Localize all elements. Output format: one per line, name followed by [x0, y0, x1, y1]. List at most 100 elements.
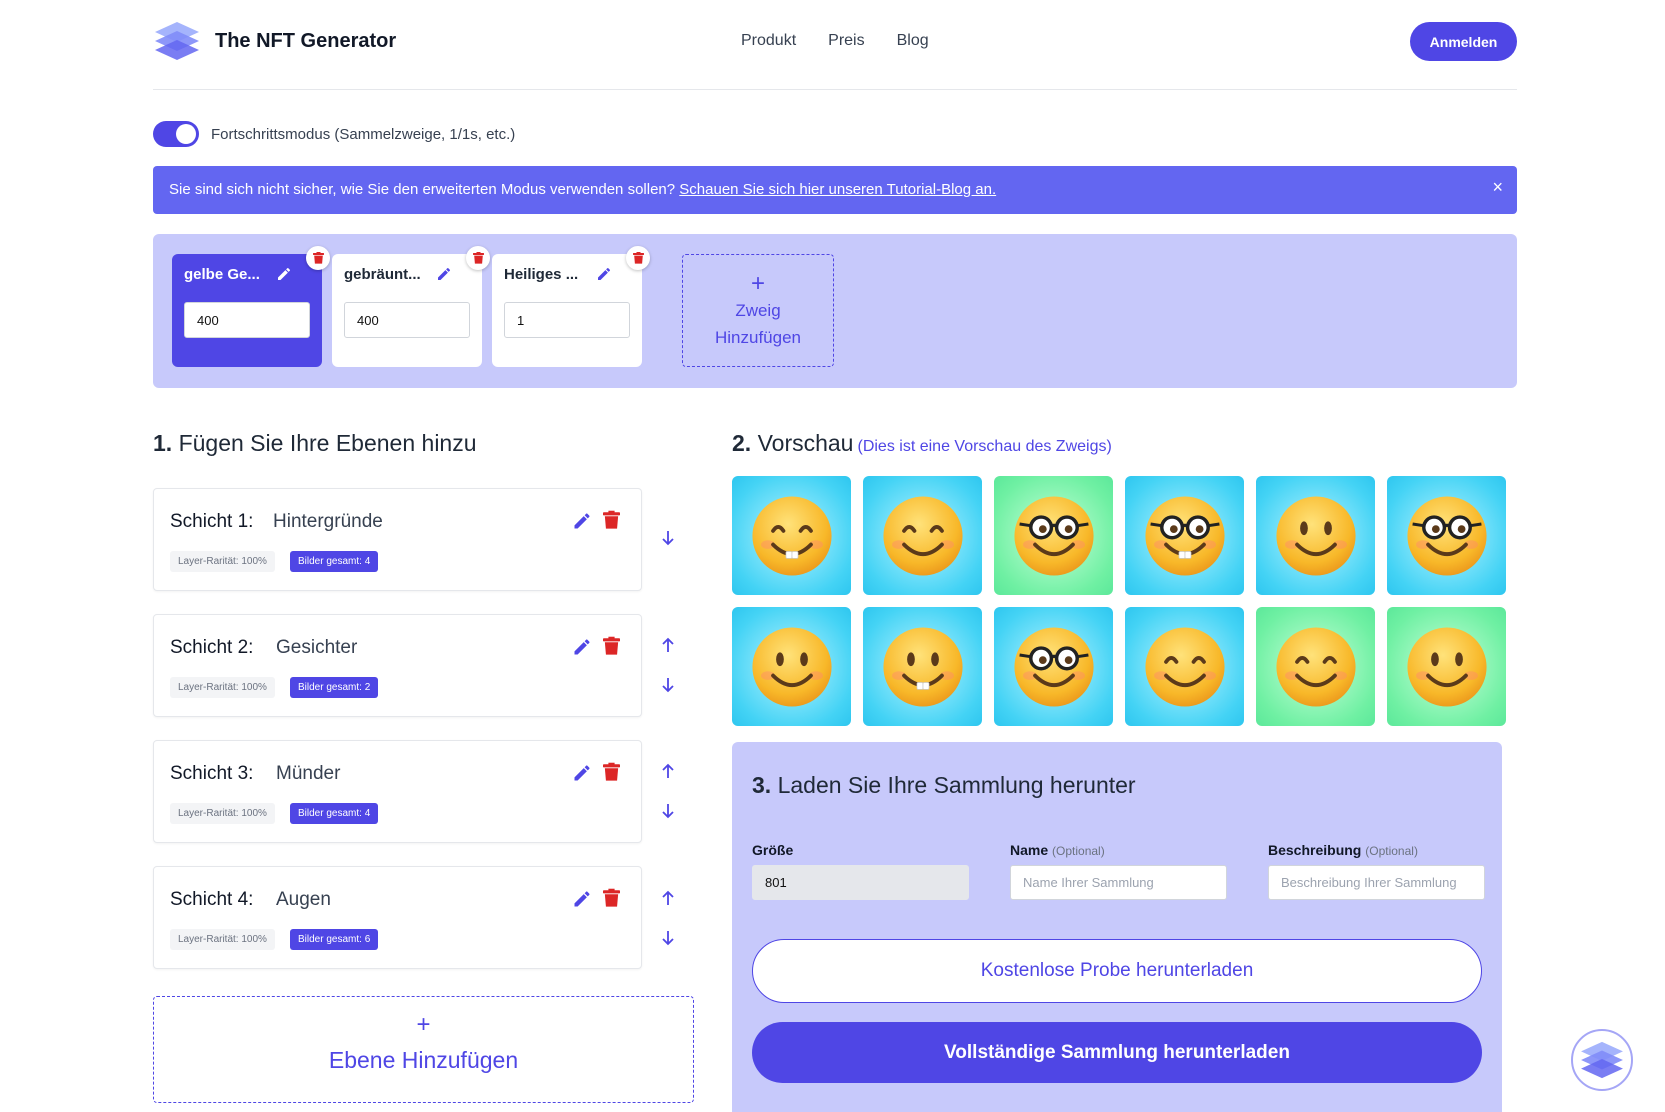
preview-heading: 2. Vorschau (Dies ist eine Vorschau des Z… — [732, 430, 1112, 456]
layer-name: Münder — [276, 763, 341, 784]
branch-card[interactable]: Heiliges ... — [492, 246, 650, 367]
arrow-up-icon[interactable] — [661, 637, 675, 653]
floating-logo-button[interactable] — [1571, 1029, 1633, 1091]
arrow-down-icon[interactable] — [661, 677, 675, 693]
preview-tile — [1256, 607, 1375, 726]
download-panel: 3. Laden Sie Ihre Sammlung herunter Größ… — [732, 742, 1502, 1112]
smiley-face-icon — [1013, 626, 1094, 707]
trash-icon — [312, 252, 324, 264]
pencil-icon[interactable] — [572, 511, 592, 531]
branch-delete-button[interactable] — [466, 246, 490, 270]
logo-icon[interactable] — [153, 20, 201, 62]
add-layer-button[interactable]: + Ebene Hinzufügen — [153, 996, 694, 1103]
add-branch-label-1: Zweig — [735, 301, 781, 320]
description-label: Beschreibung (Optional) — [1268, 842, 1418, 858]
pencil-icon[interactable] — [596, 266, 612, 282]
tutorial-link[interactable]: Schauen Sie sich hier unseren Tutorial-B… — [679, 181, 996, 198]
collection-description-input[interactable] — [1268, 865, 1485, 900]
layer-total-badge: Bilder gesamt: 4 — [290, 803, 379, 824]
smiley-face-icon — [1406, 626, 1487, 707]
nav-produkt[interactable]: Produkt — [741, 32, 796, 50]
nav-preis[interactable]: Preis — [828, 32, 864, 50]
close-icon[interactable]: × — [1492, 177, 1503, 198]
branch-title: gebräunt... — [344, 266, 421, 283]
branches-panel: gelbe Ge... gebräunt... Heiliges ... + Z… — [153, 234, 1517, 388]
size-input[interactable] — [752, 865, 969, 900]
branch-card[interactable]: gelbe Ge... — [172, 246, 330, 367]
preview-tile — [732, 476, 851, 595]
smiley-face-icon — [1013, 495, 1094, 576]
layer-rarity-badge: Layer-Rarität: 100% — [170, 677, 275, 698]
advanced-mode-label: Fortschrittsmodus (Sammelzweige, 1/1s, e… — [211, 125, 516, 143]
smiley-face-icon — [1144, 626, 1225, 707]
arrow-down-icon[interactable] — [661, 803, 675, 819]
branch-delete-button[interactable] — [306, 246, 330, 270]
layer-card: Schicht 4: Augen Layer-Rarität: 100% Bil… — [153, 866, 642, 969]
branch-card[interactable]: gebräunt... — [332, 246, 490, 367]
plus-icon: + — [416, 1011, 431, 1038]
layer-card: Schicht 3: Münder Layer-Rarität: 100% Bi… — [153, 740, 642, 843]
branch-size-input[interactable] — [184, 302, 310, 338]
trash-icon[interactable] — [603, 510, 620, 530]
advanced-mode-toggle[interactable] — [153, 121, 199, 147]
pencil-icon[interactable] — [276, 266, 292, 282]
smiley-face-icon — [751, 495, 832, 576]
layer-number: Schicht 2: — [170, 637, 254, 658]
banner-text: Sie sind sich nicht sicher, wie Sie den … — [169, 181, 680, 198]
branch-size-input[interactable] — [504, 302, 630, 338]
trash-icon[interactable] — [603, 888, 620, 908]
arrow-down-icon[interactable] — [661, 930, 675, 946]
trash-icon — [632, 252, 644, 264]
smiley-face-icon — [751, 626, 832, 707]
header: The NFT Generator Produkt Preis Blog Anm… — [153, 0, 1517, 90]
arrow-down-icon[interactable] — [661, 530, 675, 546]
preview-tile — [732, 607, 851, 726]
layer-total-badge: Bilder gesamt: 4 — [290, 551, 379, 572]
preview-tile — [863, 476, 982, 595]
preview-subtitle: (Dies ist eine Vorschau des Zweigs) — [857, 438, 1112, 455]
free-sample-download-button[interactable]: Kostenlose Probe herunterladen — [752, 939, 1482, 1003]
add-layer-label: Ebene Hinzufügen — [328, 1047, 519, 1073]
preview-tile — [1387, 607, 1506, 726]
pencil-icon[interactable] — [572, 889, 592, 909]
layer-card: Schicht 2: Gesichter Layer-Rarität: 100%… — [153, 614, 642, 717]
branch-delete-button[interactable] — [626, 246, 650, 270]
arrow-up-icon[interactable] — [661, 763, 675, 779]
pencil-icon[interactable] — [572, 763, 592, 783]
layer-name: Augen — [276, 889, 331, 910]
layer-number: Schicht 1: — [170, 511, 254, 532]
layer-name: Hintergründe — [273, 511, 383, 532]
advanced-mode-row: Fortschrittsmodus (Sammelzweige, 1/1s, e… — [153, 121, 515, 147]
trash-icon[interactable] — [603, 636, 620, 656]
full-collection-download-button[interactable]: Vollständige Sammlung herunterladen — [752, 1022, 1482, 1083]
info-banner: Sie sind sich nicht sicher, wie Sie den … — [153, 166, 1517, 214]
preview-tile — [994, 607, 1113, 726]
preview-tile — [1125, 476, 1244, 595]
layer-card: Schicht 1: Hintergründe Layer-Rarität: 1… — [153, 488, 642, 591]
nav-blog[interactable]: Blog — [897, 32, 929, 50]
logo-icon — [1581, 1041, 1623, 1079]
download-heading: 3. Laden Sie Ihre Sammlung herunter — [752, 772, 1136, 798]
layer-rarity-badge: Layer-Rarität: 100% — [170, 551, 275, 572]
main-nav: Produkt Preis Blog — [741, 32, 929, 50]
add-branch-button[interactable]: + Zweig Hinzufügen — [682, 254, 834, 367]
branch-size-input[interactable] — [344, 302, 470, 338]
login-button[interactable]: Anmelden — [1410, 22, 1517, 61]
layer-total-badge: Bilder gesamt: 2 — [290, 677, 379, 698]
smiley-face-icon — [1275, 495, 1356, 576]
branch-title: Heiliges ... — [504, 266, 579, 283]
collection-name-input[interactable] — [1010, 865, 1227, 900]
pencil-icon[interactable] — [436, 266, 452, 282]
pencil-icon[interactable] — [572, 637, 592, 657]
smiley-face-icon — [1144, 495, 1225, 576]
arrow-up-icon[interactable] — [661, 890, 675, 906]
brand-name[interactable]: The NFT Generator — [215, 30, 396, 53]
trash-icon[interactable] — [603, 762, 620, 782]
layer-number: Schicht 4: — [170, 889, 254, 910]
preview-tile — [1387, 476, 1506, 595]
preview-tile — [1256, 476, 1375, 595]
smiley-face-icon — [1406, 495, 1487, 576]
smiley-face-icon — [882, 495, 963, 576]
layer-number: Schicht 3: — [170, 763, 254, 784]
preview-grid — [732, 476, 1508, 726]
